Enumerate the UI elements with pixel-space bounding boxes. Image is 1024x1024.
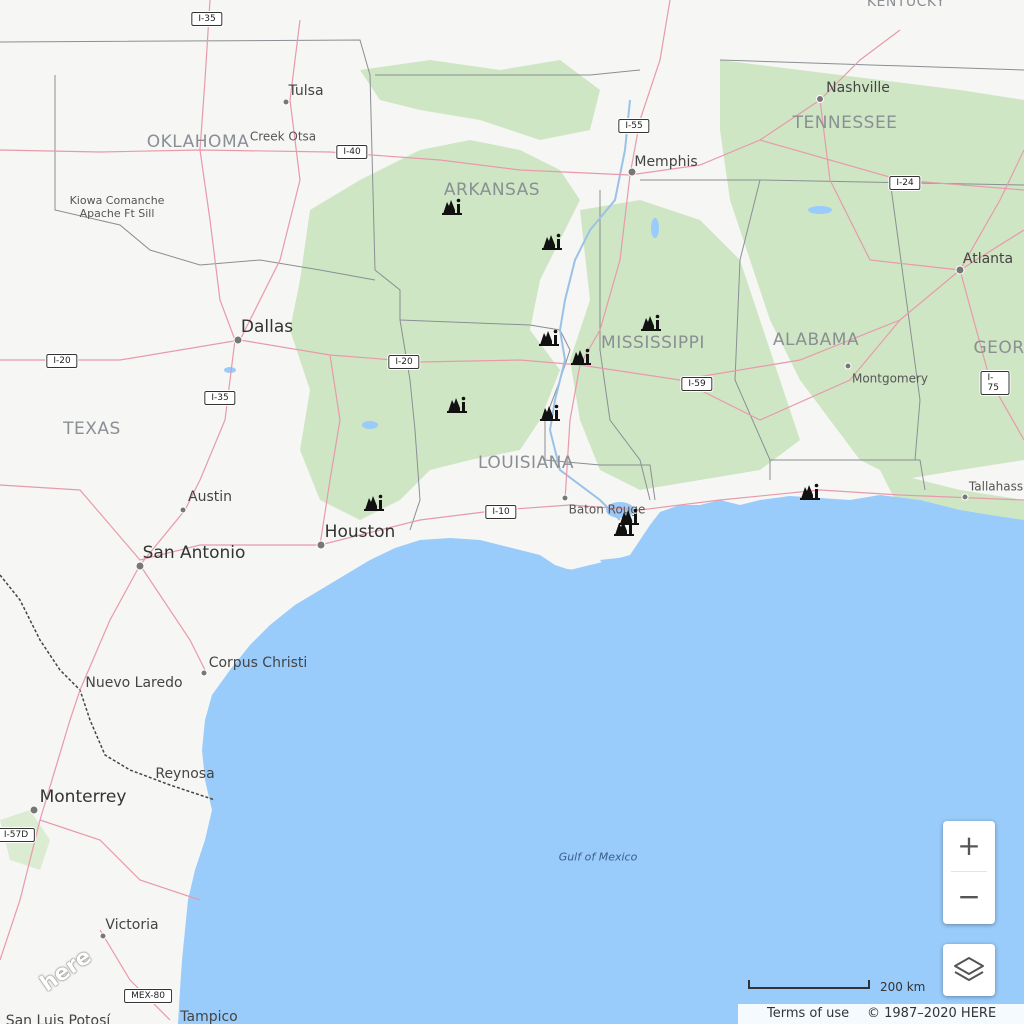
highway-shield-i57d: I-57D — [0, 828, 36, 842]
state-label-alabama: ALABAMA — [772, 330, 860, 350]
city-label-victoria: Victoria — [105, 917, 159, 933]
national-park-icon[interactable] — [541, 231, 565, 251]
scale-label: 200 km — [880, 980, 926, 994]
national-park-icon[interactable] — [618, 506, 642, 526]
terms-of-use-link[interactable]: Terms of use — [767, 1006, 849, 1021]
highway-shield-i40: I-40 — [336, 145, 368, 159]
highway-shield-i59: I-59 — [681, 377, 713, 391]
state-label-georgia: GEOR — [973, 338, 1024, 358]
city-label-atlanta: Atlanta — [962, 251, 1014, 267]
scale-bar-line — [748, 980, 870, 989]
zoom-out-button[interactable]: − — [943, 872, 995, 922]
national-park-icon[interactable] — [570, 346, 594, 366]
state-label-tennessee: TENNESSEE — [792, 113, 898, 133]
highway-shield-i35-north: I-35 — [191, 12, 223, 26]
highway-shield-i20-west: I-20 — [46, 354, 78, 368]
city-label-houston: Houston — [324, 522, 396, 542]
city-label-san-luis-potosi: San Luis Potosí — [5, 1013, 111, 1024]
highway-shield-i24: I-24 — [889, 176, 921, 190]
national-park-icon[interactable] — [640, 312, 664, 332]
map-canvas[interactable]: OKLAHOMA ARKANSAS TENNESSEE MISSISSIPPI … — [0, 0, 1024, 1024]
highway-shield-i20-mid: I-20 — [388, 355, 420, 369]
highway-shield-i55: I-55 — [618, 119, 650, 133]
national-park-icon[interactable] — [441, 196, 465, 216]
city-label-montgomery: Montgomery — [851, 371, 929, 386]
national-park-icon[interactable] — [446, 394, 470, 414]
city-label-monterrey: Monterrey — [39, 787, 127, 807]
highway-shield-i35-south: I-35 — [204, 391, 236, 405]
national-park-icon[interactable] — [799, 481, 823, 501]
zoom-in-button[interactable]: + — [943, 821, 995, 871]
city-label-nuevo-laredo: Nuevo Laredo — [85, 675, 183, 691]
city-label-tampico: Tampico — [180, 1009, 238, 1024]
state-label-oklahoma: OKLAHOMA — [146, 132, 250, 152]
state-label-kentucky: KENTUCKY — [866, 0, 946, 10]
city-label-corpus-christi: Corpus Christi — [208, 655, 308, 671]
state-label-texas: TEXAS — [63, 419, 121, 439]
city-label-kiowa: Kiowa Comanche Apache Ft Sill — [69, 194, 165, 220]
city-label-reynosa: Reynosa — [155, 766, 215, 782]
city-label-tallahassee: Tallahass — [968, 479, 1024, 494]
map-footer: Terms of use © 1987–2020 HERE — [738, 1004, 1024, 1024]
city-label-nashville: Nashville — [826, 80, 890, 96]
national-park-icon[interactable] — [538, 327, 562, 347]
state-label-mississippi: MISSISSIPPI — [601, 333, 705, 353]
city-label-san-antonio: San Antonio — [142, 543, 246, 563]
highway-shield-i10: I-10 — [485, 505, 517, 519]
water-label-gulf-of-mexico: Gulf of Mexico — [558, 850, 638, 864]
highway-shield-mex80: MEX-80 — [124, 989, 172, 1003]
national-park-icon[interactable] — [363, 492, 387, 512]
city-label-creek-otsa: Creek Otsa — [249, 129, 317, 144]
city-label-dallas: Dallas — [240, 317, 294, 337]
highway-shield-i75: I-75 — [980, 371, 1010, 395]
national-park-icon[interactable] — [539, 402, 563, 422]
city-label-austin: Austin — [188, 489, 232, 505]
zoom-control: + − — [943, 821, 995, 924]
scale-bar: 200 km — [748, 980, 925, 994]
state-label-louisiana: LOUISIANA — [478, 453, 574, 473]
layers-button[interactable] — [943, 944, 995, 996]
copyright-text: © 1987–2020 HERE — [867, 1006, 997, 1021]
city-label-memphis: Memphis — [634, 154, 698, 170]
layers-icon — [954, 957, 984, 981]
city-label-tulsa: Tulsa — [288, 83, 324, 99]
